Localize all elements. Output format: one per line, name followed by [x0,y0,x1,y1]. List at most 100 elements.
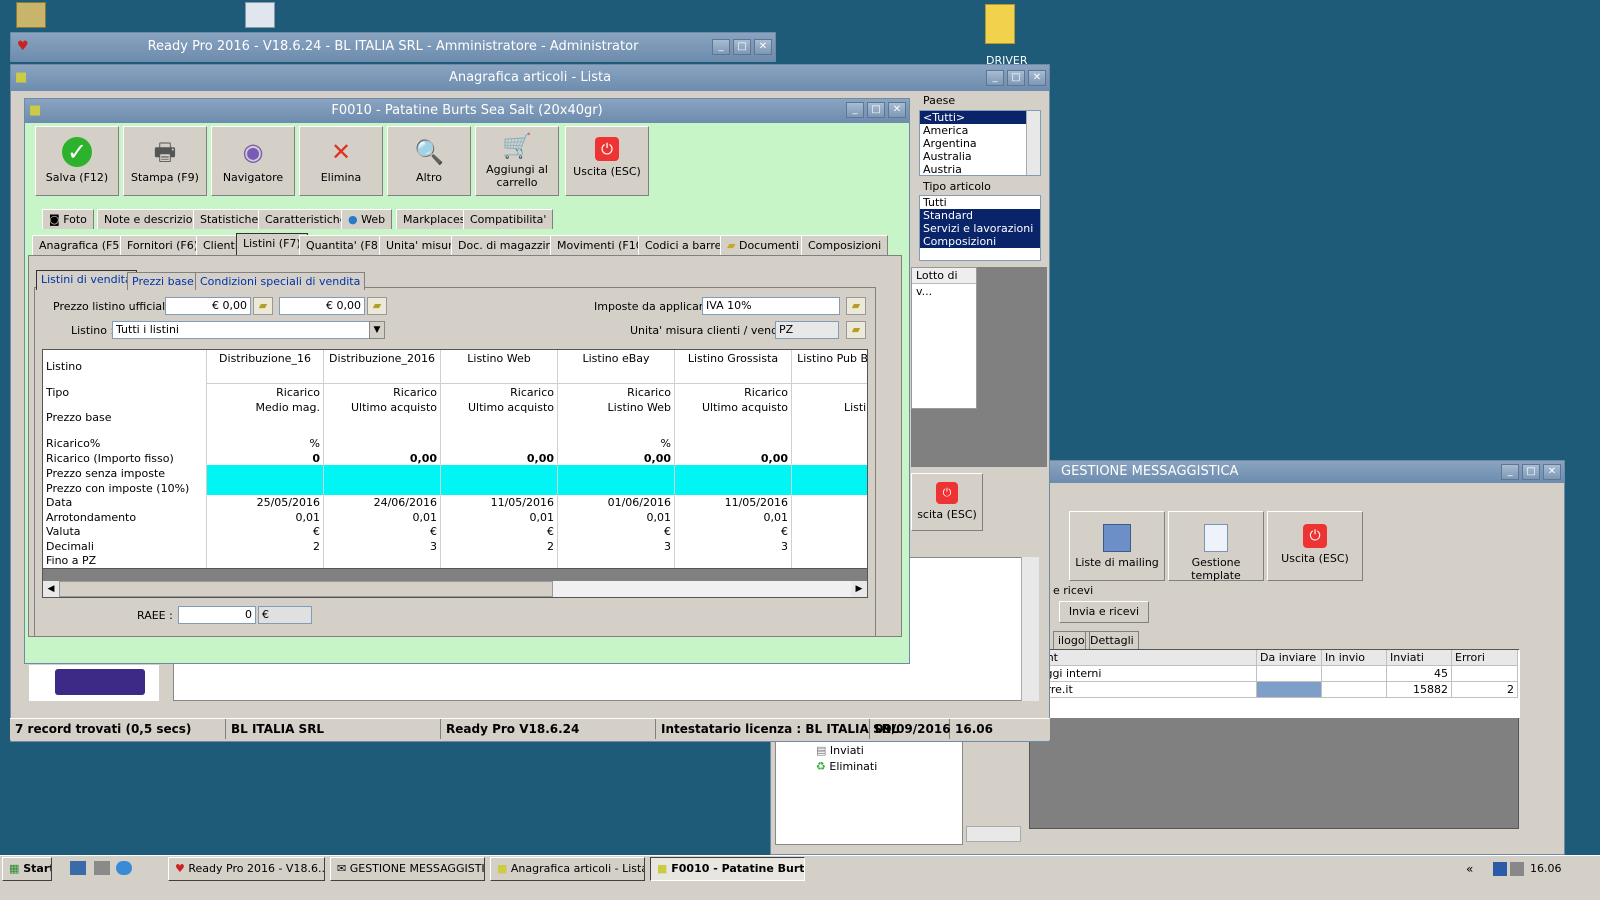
price-column-header[interactable]: Listino Grossista [675,350,792,384]
um-field[interactable]: PZ [775,321,839,339]
price-column[interactable]: Distribuzione_2016 Ricarico Ultimo acquist… [324,350,441,568]
folder-icon[interactable]: ▰ [846,321,866,339]
folder-icon[interactable]: ▰ [367,297,387,315]
grid-cell-decimali[interactable]: 2 [441,539,557,554]
delete-button[interactable]: ✕ Elimina [299,126,383,196]
grid-cell-ricarico-fisso[interactable]: 0 [207,451,323,466]
grid-cell-arrot[interactable]: 0,01 [207,510,323,525]
list-item[interactable]: Argentina [920,137,1040,150]
maximize-icon[interactable]: □ [733,39,751,55]
maximize-icon[interactable]: □ [1007,70,1025,86]
tab-listini[interactable]: Listini (F7) [236,233,308,255]
grid-cell-data[interactable]: 01/06/2016 [558,495,674,510]
network-icon[interactable] [1493,862,1507,876]
grid-cell-ricarico-fisso[interactable]: 0,00 [675,451,791,466]
list-item[interactable]: Tutti [920,196,1040,209]
grid-cell-ricarico-pct[interactable] [324,436,440,451]
grid-cell-ricarico-fisso[interactable] [792,451,867,466]
tab-statistiche[interactable]: Statistiche [193,209,266,229]
tab-fornitori[interactable]: Fornitori (F6) [120,235,206,255]
list-item[interactable]: Austria [920,163,1040,176]
tab-web[interactable]: ● Web [341,209,393,229]
grid-cell-decimali[interactable]: 2 [207,539,323,554]
col-header-da-inviare[interactable]: Da inviare [1257,650,1322,666]
raee-field[interactable]: 0 [178,606,256,624]
minimize-icon[interactable]: _ [986,70,1004,86]
mailing-list-button[interactable]: Liste di mailing [1069,511,1165,581]
grid-cell-decimali[interactable]: 3 [558,539,674,554]
grid-cell-valuta[interactable] [792,524,867,539]
folder-icon[interactable]: ▰ [253,297,273,315]
grid-cell-tipo[interactable]: Ricarico [675,385,791,400]
tab-quantita[interactable]: Quantita' (F8) [299,235,390,255]
tab-codici-barre[interactable]: Codici a barre [638,235,729,255]
price-column[interactable]: Listino Grossista Ricarico Ultimo acquisto… [675,350,792,568]
main-titlebar[interactable]: ♥ Ready Pro 2016 - V18.6.24 - BL ITALIA … [11,33,775,61]
tab-documenti[interactable]: ▰ Documenti [720,235,807,255]
tab-doc-magazzino[interactable]: Doc. di magazzino [451,235,567,255]
messaging-exit-button[interactable]: ⏻ Uscita (ESC) [1267,511,1363,581]
price-column[interactable]: Listino eBay Ricarico Listino Web% 0,00 01/0… [558,350,675,568]
price-column-header[interactable]: Listino Pub Beerlan [792,350,867,384]
grid-cell-ricarico-pct[interactable]: % [207,436,323,451]
grid-cell-data[interactable]: 25, [792,495,867,510]
grid-cell-arrot[interactable]: 0,01 [675,510,791,525]
price-column[interactable]: Listino Pub Beerlan Listino Dist 25, [792,350,867,568]
grid-cell-base[interactable]: Listino Dist [792,400,867,415]
grid-cell-valuta[interactable]: € [675,524,791,539]
tab-anagrafica[interactable]: Anagrafica (F5) [32,235,131,255]
grid-cell-tipo[interactable]: Ricarico [558,385,674,400]
tab-compatibilita[interactable]: Compatibilita' [463,209,554,229]
tree-item-eliminati[interactable]: ♻ Eliminati [816,760,877,773]
volume-icon[interactable] [1510,862,1524,876]
maximize-icon[interactable]: □ [1522,464,1540,480]
grid-cell-decimali[interactable]: 3 [324,539,440,554]
grid-cell-ricarico-fisso[interactable]: 0,00 [441,451,557,466]
grid-cell-valuta[interactable]: € [324,524,440,539]
price-column-header[interactable]: Listino Web [441,350,558,384]
paese-list[interactable]: <Tutti> America Argentina Australia Aust… [919,110,1041,176]
list-item[interactable]: Composizioni [920,235,1040,248]
grid-cell-tipo[interactable]: Ricarico [441,385,557,400]
tree-hscroll[interactable] [966,826,1021,842]
list-item[interactable]: Servizi e lavorazioni [920,222,1040,235]
tab-composizioni[interactable]: Composizioni [801,235,889,255]
col-header-account[interactable]: ount [1030,650,1257,666]
quicklaunch-desktop-icon[interactable] [70,861,86,875]
quicklaunch-app-icon[interactable] [94,861,110,875]
grid-cell-tipo[interactable] [792,385,867,400]
grid-cell-arrot[interactable]: 0,01 [441,510,557,525]
template-button[interactable]: Gestione template [1168,511,1264,582]
maximize-icon[interactable]: □ [867,102,885,118]
subtab-prezzi-base[interactable]: Prezzi base [127,272,199,290]
lotto-header[interactable]: Lotto di v... [912,268,976,298]
list-item[interactable]: <Tutti> [920,111,1040,124]
tab-caratteristiche[interactable]: Caratteristiche [258,209,354,229]
grid-cell-ricarico-fisso[interactable]: 0,00 [324,451,440,466]
price-column[interactable]: Listino Web Ricarico Ultimo acquisto 0,00 11… [441,350,558,568]
grid-cell-valuta[interactable]: € [441,524,557,539]
grid-cell-base[interactable]: Ultimo acquisto [324,400,440,415]
table-row-name[interactable]: .birre.it [1030,682,1257,698]
prezzo-listino-field-1[interactable]: € 0,00 [165,297,251,315]
grid-cell-ricarico-pct[interactable]: % [558,436,674,451]
grid-cell-valuta[interactable]: € [207,524,323,539]
grid-scroll-area[interactable]: ◀ ▶ [42,568,868,598]
tree-item-inviati[interactable]: ▤ Inviati [816,744,864,757]
grid-cell-ricarico-pct[interactable] [441,436,557,451]
scroll-left-icon[interactable]: ◀ [43,581,59,597]
grid-cell-base[interactable]: Listino Web [558,400,674,415]
grid-cell-arrot[interactable] [792,510,867,525]
send-receive-button[interactable]: Invia e ricevi [1059,601,1149,623]
grid-cell-base[interactable]: Ultimo acquisto [675,400,791,415]
listino-select[interactable]: Tutti i listini [112,321,372,339]
taskbar-item-messaggistica[interactable]: ✉ GESTIONE MESSAGGISTI... [330,857,485,881]
prezzo-listino-field-2[interactable]: € 0,00 [279,297,365,315]
list-exit-button[interactable]: ⏻ scita (ESC) [911,473,983,531]
taskbar-item-readypro[interactable]: ♥ Ready Pro 2016 - V18.6.... [168,857,325,881]
grid-cell-arrot[interactable]: 0,01 [558,510,674,525]
grid-cell-arrot[interactable]: 0,01 [324,510,440,525]
grid-cell-data[interactable]: 11/05/2016 [675,495,791,510]
price-column-header[interactable]: Distribuzione_16 [207,350,324,384]
list-item[interactable]: Standard [920,209,1040,222]
